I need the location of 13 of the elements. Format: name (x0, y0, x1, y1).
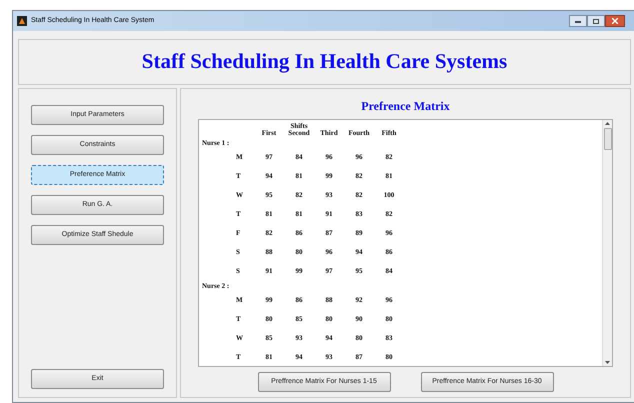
maximize-icon (593, 18, 599, 24)
scrollbar[interactable] (602, 120, 612, 366)
scroll-down-icon[interactable] (605, 361, 610, 364)
maximize-button[interactable] (587, 15, 605, 27)
scroll-thumb[interactable] (604, 128, 612, 150)
app-icon (17, 16, 27, 26)
panel-title: Prefrence Matrix (361, 98, 450, 115)
minimize-button[interactable] (569, 15, 587, 27)
close-button[interactable] (605, 15, 625, 27)
close-icon (612, 18, 618, 24)
app-heading: Staff Scheduling In Health Care Systems (142, 48, 508, 76)
minimize-icon (575, 20, 581, 22)
scroll-up-icon[interactable] (605, 122, 610, 125)
